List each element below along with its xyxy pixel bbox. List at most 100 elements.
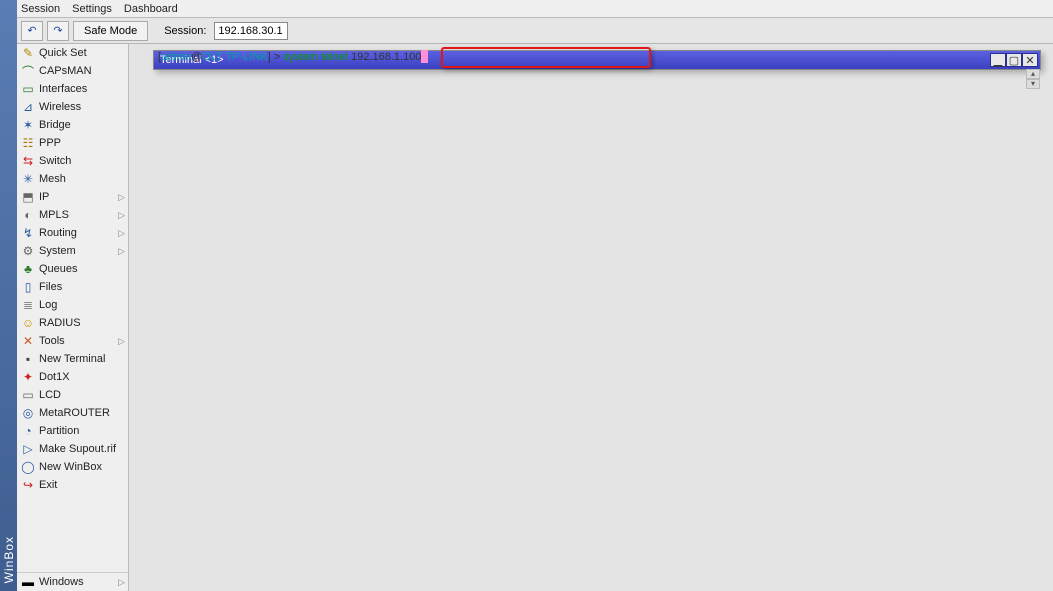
sidebar-item-wireless[interactable]: ⊿Wireless	[17, 98, 128, 116]
main-area: Session Settings Dashboard ↶ ↷ Safe Mode…	[17, 0, 1053, 591]
sidebar-item-log[interactable]: ≣Log	[17, 296, 128, 314]
sidebar-item-capsman[interactable]: ⌒CAPsMAN	[17, 62, 128, 80]
sidebar-item-label: LCD	[39, 389, 125, 401]
sidebar-item-dot1x[interactable]: ✦Dot1X	[17, 368, 128, 386]
window-buttons: ▁ ▢ ✕	[990, 53, 1038, 67]
sidebar-item-label: System	[39, 245, 125, 257]
sidebar-item-ppp[interactable]: ☷PPP	[17, 134, 128, 152]
minimize-button[interactable]: ▁	[990, 53, 1006, 67]
wireless-icon: ⊿	[20, 99, 36, 115]
sidebar-item-windows[interactable]: ▬ Windows ▷	[17, 573, 128, 591]
session-input[interactable]	[214, 22, 288, 40]
session-label: Session:	[164, 25, 206, 37]
new-terminal-icon: ▪	[20, 351, 36, 367]
content-area: Terminal <1> ▁ ▢ ✕ ▴ ▾ [admin@OLT TP-LIN…	[129, 44, 1053, 591]
sidebar-item-label: Routing	[39, 227, 125, 239]
sidebar-item-label: Mesh	[39, 173, 125, 185]
sidebar-item-switch[interactable]: ⇆Switch	[17, 152, 128, 170]
lcd-icon: ▭	[20, 387, 36, 403]
sidebar-item-label: Partition	[39, 425, 125, 437]
maximize-button[interactable]: ▢	[1006, 53, 1022, 67]
sidebar-item-label: Interfaces	[39, 83, 125, 95]
sidebar-item-metarouter[interactable]: ◎MetaROUTER	[17, 404, 128, 422]
chevron-right-icon: ▷	[118, 210, 125, 221]
terminal-window: Terminal <1> ▁ ▢ ✕ ▴ ▾ [admin@OLT TP-LIN…	[153, 50, 1041, 70]
sidebar-item-label: Log	[39, 299, 125, 311]
scroll-down-button[interactable]: ▾	[1026, 79, 1040, 89]
sidebar-item-new-winbox[interactable]: ◯New WinBox	[17, 458, 128, 476]
chevron-down-icon: ▾	[1031, 80, 1035, 88]
sidebar-item-routing[interactable]: ↯Routing▷	[17, 224, 128, 242]
app-name: WinBox	[2, 536, 16, 583]
ip-icon: ⬒	[20, 189, 36, 205]
chevron-right-icon: ▷	[118, 577, 125, 588]
minimize-icon: ▁	[994, 54, 1002, 67]
sidebar-item-radius[interactable]: ☺RADIUS	[17, 314, 128, 332]
bridge-icon: ✶	[20, 117, 36, 133]
sidebar-item-label: Files	[39, 281, 125, 293]
safe-mode-button[interactable]: Safe Mode	[73, 21, 148, 41]
metarouter-icon: ◎	[20, 405, 36, 421]
menu-settings[interactable]: Settings	[72, 3, 112, 15]
mpls-icon: ◐	[20, 207, 36, 223]
menu-session[interactable]: Session	[21, 3, 60, 15]
chevron-right-icon: ▷	[118, 192, 125, 203]
tools-icon: ✕	[20, 333, 36, 349]
switch-icon: ⇆	[20, 153, 36, 169]
undo-button[interactable]: ↶	[21, 21, 43, 41]
sidebar-item-label: Tools	[39, 335, 125, 347]
close-icon: ✕	[1025, 54, 1034, 67]
sidebar-item-files[interactable]: ▯Files	[17, 278, 128, 296]
new-winbox-icon: ◯	[20, 459, 36, 475]
sidebar-item-label: PPP	[39, 137, 125, 149]
radius-icon: ☺	[20, 315, 36, 331]
windows-icon: ▬	[20, 574, 36, 590]
sidebar-item-interfaces[interactable]: ▭Interfaces	[17, 80, 128, 98]
sidebar-item-label: Queues	[39, 263, 125, 275]
undo-icon: ↶	[27, 24, 36, 37]
sidebar-item-partition[interactable]: ◔Partition	[17, 422, 128, 440]
sidebar-item-label: Dot1X	[39, 371, 125, 383]
sidebar-item-label: Bridge	[39, 119, 125, 131]
chevron-right-icon: ▷	[118, 336, 125, 347]
sidebar-list: ✎Quick Set⌒CAPsMAN▭Interfaces⊿Wireless✶B…	[17, 44, 128, 494]
capsman-icon: ⌒	[20, 63, 36, 79]
queues-icon: ♣	[20, 261, 36, 277]
sidebar-item-label: Wireless	[39, 101, 125, 113]
sidebar-item-label: MPLS	[39, 209, 125, 221]
chevron-up-icon: ▴	[1031, 70, 1035, 78]
interfaces-icon: ▭	[20, 81, 36, 97]
menu-dashboard[interactable]: Dashboard	[124, 3, 178, 15]
sidebar-item-mpls[interactable]: ◐MPLS▷	[17, 206, 128, 224]
menu-bar: Session Settings Dashboard	[17, 0, 1053, 18]
body: ✎Quick Set⌒CAPsMAN▭Interfaces⊿Wireless✶B…	[17, 44, 1053, 591]
close-button[interactable]: ✕	[1022, 53, 1038, 67]
sidebar-item-bridge[interactable]: ✶Bridge	[17, 116, 128, 134]
sidebar-item-label: RADIUS	[39, 317, 125, 329]
sidebar-item-label: Quick Set	[39, 47, 125, 59]
sidebar-item-label: Exit	[39, 479, 125, 491]
sidebar-item-ip[interactable]: ⬒IP▷	[17, 188, 128, 206]
sidebar-item-exit[interactable]: ↪Exit	[17, 476, 128, 494]
sidebar-item-queues[interactable]: ♣Queues	[17, 260, 128, 278]
app-title-bar: WinBox	[0, 0, 17, 591]
sidebar-item-mesh[interactable]: ✳Mesh	[17, 170, 128, 188]
sidebar-item-label: New Terminal	[39, 353, 125, 365]
sidebar-item-label: Windows	[39, 576, 125, 588]
sidebar-item-label: Make Supout.rif	[39, 443, 125, 455]
log-icon: ≣	[20, 297, 36, 313]
files-icon: ▯	[20, 279, 36, 295]
redo-button[interactable]: ↷	[47, 21, 69, 41]
redo-icon: ↷	[53, 24, 62, 37]
sidebar-bottom: ▬ Windows ▷	[17, 572, 128, 591]
sidebar-item-lcd[interactable]: ▭LCD	[17, 386, 128, 404]
sidebar-item-quick-set[interactable]: ✎Quick Set	[17, 44, 128, 62]
make-supout-rif-icon: ▷	[20, 441, 36, 457]
maximize-icon: ▢	[1009, 54, 1019, 67]
sidebar-item-tools[interactable]: ✕Tools▷	[17, 332, 128, 350]
sidebar-item-make-supout-rif[interactable]: ▷Make Supout.rif	[17, 440, 128, 458]
sidebar-item-new-terminal[interactable]: ▪New Terminal	[17, 350, 128, 368]
scroll-up-button[interactable]: ▴	[1026, 69, 1040, 79]
sidebar-item-system[interactable]: ⚙System▷	[17, 242, 128, 260]
terminal-line: [admin@OLT TP-LINK] > system telnet 192.…	[158, 50, 428, 63]
